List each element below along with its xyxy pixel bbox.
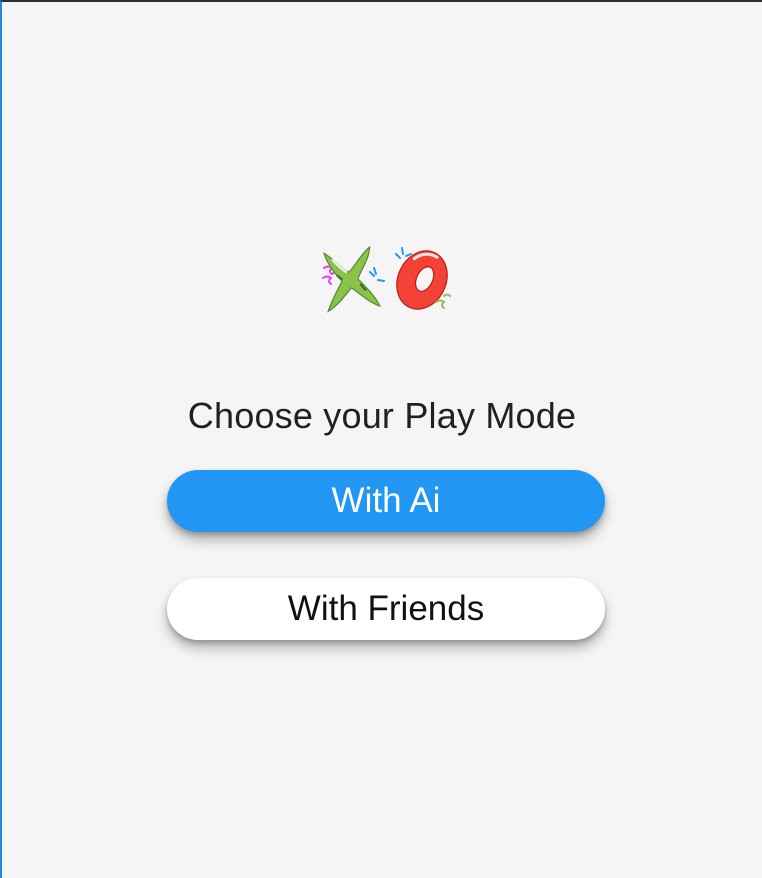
with-ai-button[interactable]: With Ai: [167, 470, 605, 532]
app-window: Choose your Play Mode With Ai With Frien…: [0, 0, 762, 878]
xo-logo-icon: [312, 238, 457, 318]
with-friends-button[interactable]: With Friends: [167, 578, 605, 640]
page-title: Choose your Play Mode: [187, 395, 577, 436]
